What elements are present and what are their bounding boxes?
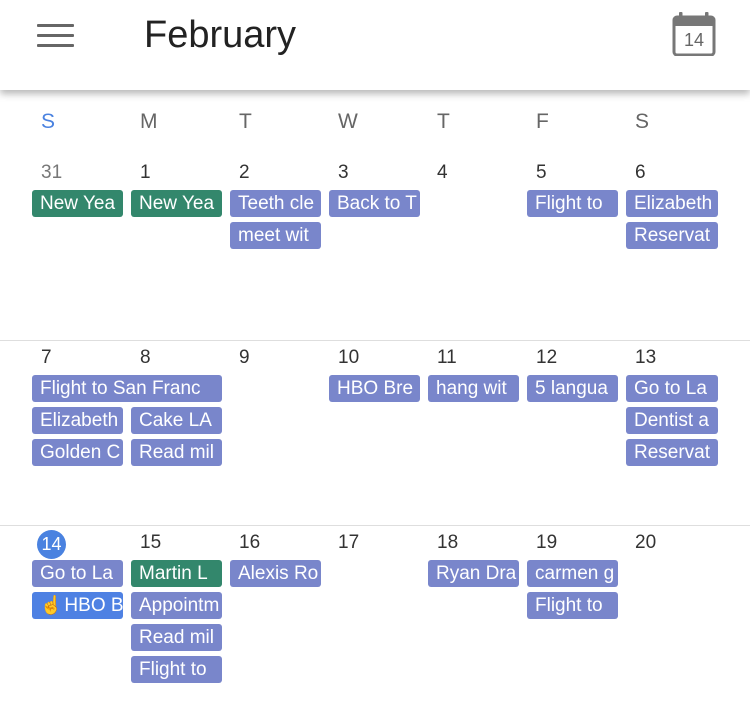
weekday-fri: F [536,110,549,133]
event-chip[interactable]: Appointm [131,592,222,619]
day-number[interactable]: 10 [338,347,359,369]
day-number[interactable]: 16 [239,532,260,554]
week-divider [0,340,750,341]
weekday-thu: T [437,110,450,133]
day-number[interactable]: 13 [635,347,656,369]
event-chip[interactable]: hang wit [428,375,519,402]
event-chip-selected[interactable]: ☝ HBO B [32,592,123,619]
event-chip[interactable]: meet wit [230,222,321,249]
day-number[interactable]: 18 [437,532,458,554]
event-chip[interactable]: New Yea [32,190,123,217]
event-chip-label: HBO B [64,595,123,616]
day-number[interactable]: 3 [338,162,349,184]
event-chip[interactable]: Golden C [32,439,123,466]
day-number[interactable]: 17 [338,532,359,554]
event-chip[interactable]: Read mil [131,624,222,651]
day-number[interactable]: 6 [635,162,646,184]
today-number: 14 [683,30,705,50]
weekday-sat: S [635,110,650,133]
event-chip[interactable]: 5 langua [527,375,618,402]
event-chip[interactable]: Dentist a [626,407,718,434]
event-chip[interactable]: Back to T [329,190,420,217]
day-number[interactable]: 2 [239,162,250,184]
weekday-sun: S [41,110,56,133]
day-number[interactable]: 11 [437,347,457,369]
today-calendar-icon[interactable]: 14 [672,12,716,56]
event-chip[interactable]: Flight to [527,190,618,217]
today-day-number[interactable]: 14 [37,530,66,559]
day-number[interactable]: 4 [437,162,448,184]
day-number[interactable]: 19 [536,532,557,554]
event-chip[interactable]: Flight to San Franc [32,375,222,402]
menu-icon[interactable] [37,24,75,48]
day-number[interactable]: 12 [536,347,557,369]
event-chip[interactable]: Cake LA [131,407,222,434]
event-chip[interactable]: Elizabeth [32,407,123,434]
day-number[interactable]: 15 [140,532,161,554]
event-chip[interactable]: carmen g [527,560,618,587]
day-number[interactable]: 9 [239,347,250,369]
event-chip[interactable]: Elizabeth [626,190,718,217]
week-divider [0,525,750,526]
event-chip[interactable]: Alexis Ro [230,560,321,587]
touch-hand-icon: ☝ [40,595,63,615]
day-number[interactable]: 1 [140,162,151,184]
event-chip[interactable]: Teeth cle [230,190,321,217]
event-chip[interactable]: Flight to [131,656,222,683]
day-number[interactable]: 5 [536,162,547,184]
weekday-tue: T [239,110,252,133]
day-number[interactable]: 8 [140,347,151,369]
app-header: February 14 [0,0,750,90]
event-chip[interactable]: Go to La [32,560,123,587]
weekday-mon: M [140,110,158,133]
weekday-wed: W [338,110,358,133]
event-chip[interactable]: Go to La [626,375,718,402]
day-number[interactable]: 7 [41,347,52,369]
event-chip[interactable]: Reservat [626,222,718,249]
event-chip[interactable]: Ryan Dra [428,560,519,587]
day-number[interactable]: 31 [41,162,62,184]
event-chip[interactable]: New Yea [131,190,222,217]
event-chip[interactable]: HBO Bre [329,375,420,402]
event-chip[interactable]: Flight to [527,592,618,619]
event-chip[interactable]: Read mil [131,439,222,466]
day-number[interactable]: 20 [635,532,656,554]
event-chip[interactable]: Reservat [626,439,718,466]
month-title: February [144,14,297,56]
event-chip[interactable]: Martin L [131,560,222,587]
